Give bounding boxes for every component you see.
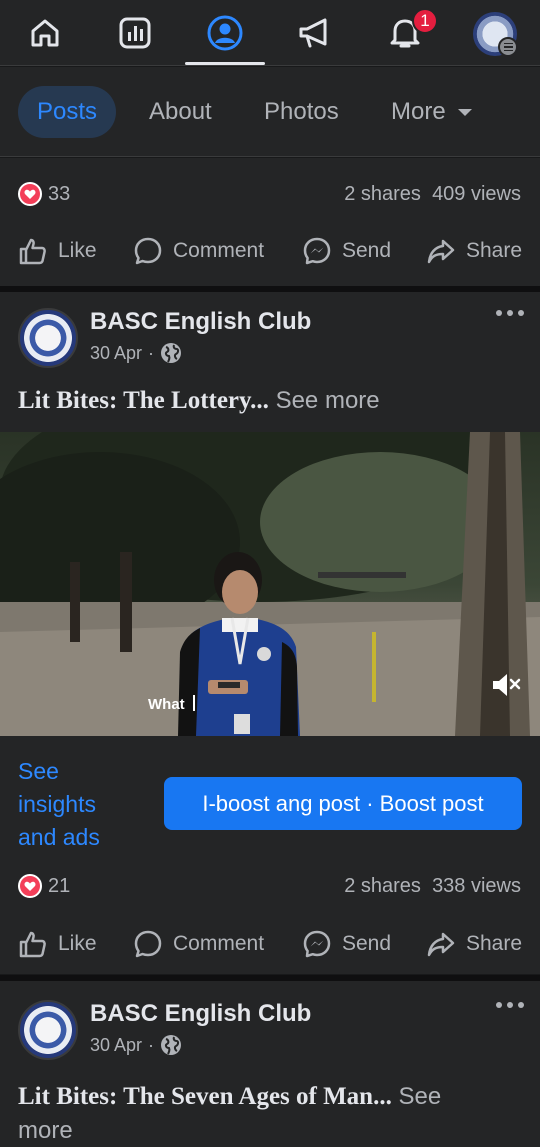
tab-photos[interactable]: Photos [264, 86, 339, 138]
tab-more-label: More [391, 98, 446, 125]
post-stats: 21 2 shares 338 views [0, 866, 540, 906]
messenger-icon [303, 237, 331, 265]
comment-label: Comment [173, 239, 265, 262]
video-caption-text: What [148, 696, 185, 713]
tab-posts[interactable]: Posts [18, 86, 117, 138]
video-player[interactable] [0, 432, 540, 736]
share-button[interactable]: Share [426, 919, 522, 969]
heart-icon [18, 874, 42, 898]
post-meta: 30 Apr · [90, 342, 182, 364]
like-icon [19, 931, 46, 958]
post-date[interactable]: 30 Apr [90, 343, 142, 364]
heart-icon [18, 182, 42, 206]
shares-count[interactable]: 2 shares [344, 183, 421, 205]
share-icon [427, 932, 455, 957]
more-options-icon[interactable] [496, 1002, 524, 1008]
notification-badge: 1 [412, 8, 438, 34]
boost-post-button[interactable]: I-boost ang post · Boost post [164, 777, 522, 830]
profile-tabs: Posts About Photos More [0, 67, 540, 157]
post-header: BASC English Club 30 Apr · [0, 1000, 540, 1070]
post-title: Lit Bites: The Lottery... [18, 387, 269, 414]
see-more-text-1: See [398, 1083, 442, 1110]
page-name[interactable]: BASC English Club [90, 308, 311, 336]
chevron-down-icon [457, 108, 472, 116]
globe-icon [161, 1035, 182, 1055]
home-icon[interactable] [15, 8, 75, 58]
reaction-count[interactable]: 21 [48, 875, 70, 898]
post-header: BASC English Club 30 Apr · [0, 308, 540, 378]
post-actions: Like Comment Send Share [0, 919, 540, 969]
send-label: Send [342, 932, 392, 955]
page-avatar[interactable] [18, 308, 78, 368]
comment-button[interactable]: Comment [133, 226, 264, 276]
page-avatar[interactable] [18, 1000, 78, 1060]
see-more-link[interactable]: See more [276, 387, 380, 414]
reaction-count[interactable]: 33 [48, 183, 70, 206]
video-frame [0, 432, 540, 736]
chart-icon[interactable] [105, 8, 165, 58]
post-meta: 30 Apr · [90, 1034, 182, 1056]
mute-icon[interactable] [490, 670, 522, 705]
messenger-icon [303, 930, 331, 958]
post-card: 33 2 shares 409 views Like Comment Send … [0, 158, 540, 286]
comment-icon [134, 237, 162, 265]
like-label: Like [58, 239, 97, 262]
comment-label: Comment [173, 932, 265, 955]
profile-icon[interactable] [195, 8, 255, 58]
active-tab-indicator [185, 62, 265, 65]
share-button[interactable]: Share [426, 226, 522, 276]
page-name[interactable]: BASC English Club [90, 1000, 311, 1028]
see-more-text-2: more [18, 1117, 73, 1144]
like-button[interactable]: Like [18, 226, 97, 276]
post-stats: 33 2 shares 409 views [0, 174, 540, 214]
menu-icon[interactable] [498, 37, 518, 57]
video-caption: What [148, 695, 195, 713]
views-count: 409 views [432, 182, 521, 205]
post-title: Lit Bites: The Seven Ages of Man... [18, 1083, 392, 1110]
share-view-counts: 2 shares 338 views [344, 875, 521, 898]
share-view-counts: 2 shares 409 views [344, 183, 521, 206]
tab-about[interactable]: About [149, 86, 212, 138]
tab-more[interactable]: More [391, 86, 472, 138]
send-button[interactable]: Send [302, 919, 391, 969]
see-insights-link[interactable]: See insights and ads [18, 755, 138, 854]
share-label: Share [466, 239, 523, 262]
like-icon [19, 238, 46, 265]
like-label: Like [58, 932, 97, 955]
send-button[interactable]: Send [302, 226, 391, 276]
share-label: Share [466, 932, 523, 955]
send-label: Send [342, 239, 392, 262]
megaphone-icon[interactable] [285, 8, 345, 58]
shares-count[interactable]: 2 shares [344, 875, 421, 897]
more-options-icon[interactable] [496, 310, 524, 316]
views-count: 338 views [432, 874, 521, 897]
post-actions: Like Comment Send Share [0, 226, 540, 276]
post-caption: Lit Bites: The Lottery... See more [18, 387, 380, 415]
post-date[interactable]: 30 Apr [90, 1035, 142, 1056]
globe-icon [161, 343, 182, 363]
top-navigation-bar: 1 [0, 0, 540, 66]
comment-icon [134, 930, 162, 958]
comment-button[interactable]: Comment [133, 919, 264, 969]
post-caption: Lit Bites: The Seven Ages of Man... See m… [18, 1080, 528, 1147]
share-icon [427, 239, 455, 264]
like-button[interactable]: Like [18, 919, 97, 969]
